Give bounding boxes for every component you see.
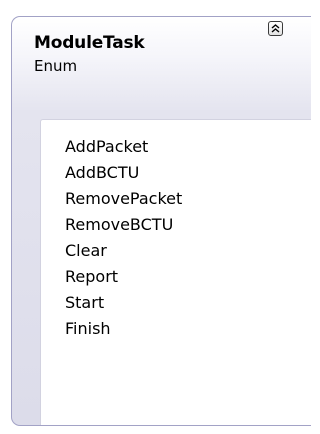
enum-member-addbctu[interactable]: AddBCTU [65, 163, 139, 182]
enum-member-finish[interactable]: Finish [65, 319, 111, 338]
shape-title[interactable]: ModuleTask [34, 33, 145, 53]
shape-stereotype: Enum [34, 57, 78, 75]
enum-shape[interactable]: ModuleTask Enum AddPacket AddBCTU Remove… [11, 16, 311, 426]
enum-member-start[interactable]: Start [65, 293, 104, 312]
enum-members-list: AddPacket AddBCTU RemovePacket RemoveBCT… [40, 119, 311, 425]
enum-member-clear[interactable]: Clear [65, 241, 107, 260]
enum-member-removepacket[interactable]: RemovePacket [65, 189, 182, 208]
enum-member-report[interactable]: Report [65, 267, 118, 286]
collapse-button[interactable] [268, 21, 283, 36]
enum-member-addpacket[interactable]: AddPacket [65, 137, 148, 156]
shape-header: ModuleTask Enum [12, 17, 311, 117]
enum-member-removebctu[interactable]: RemoveBCTU [65, 215, 173, 234]
